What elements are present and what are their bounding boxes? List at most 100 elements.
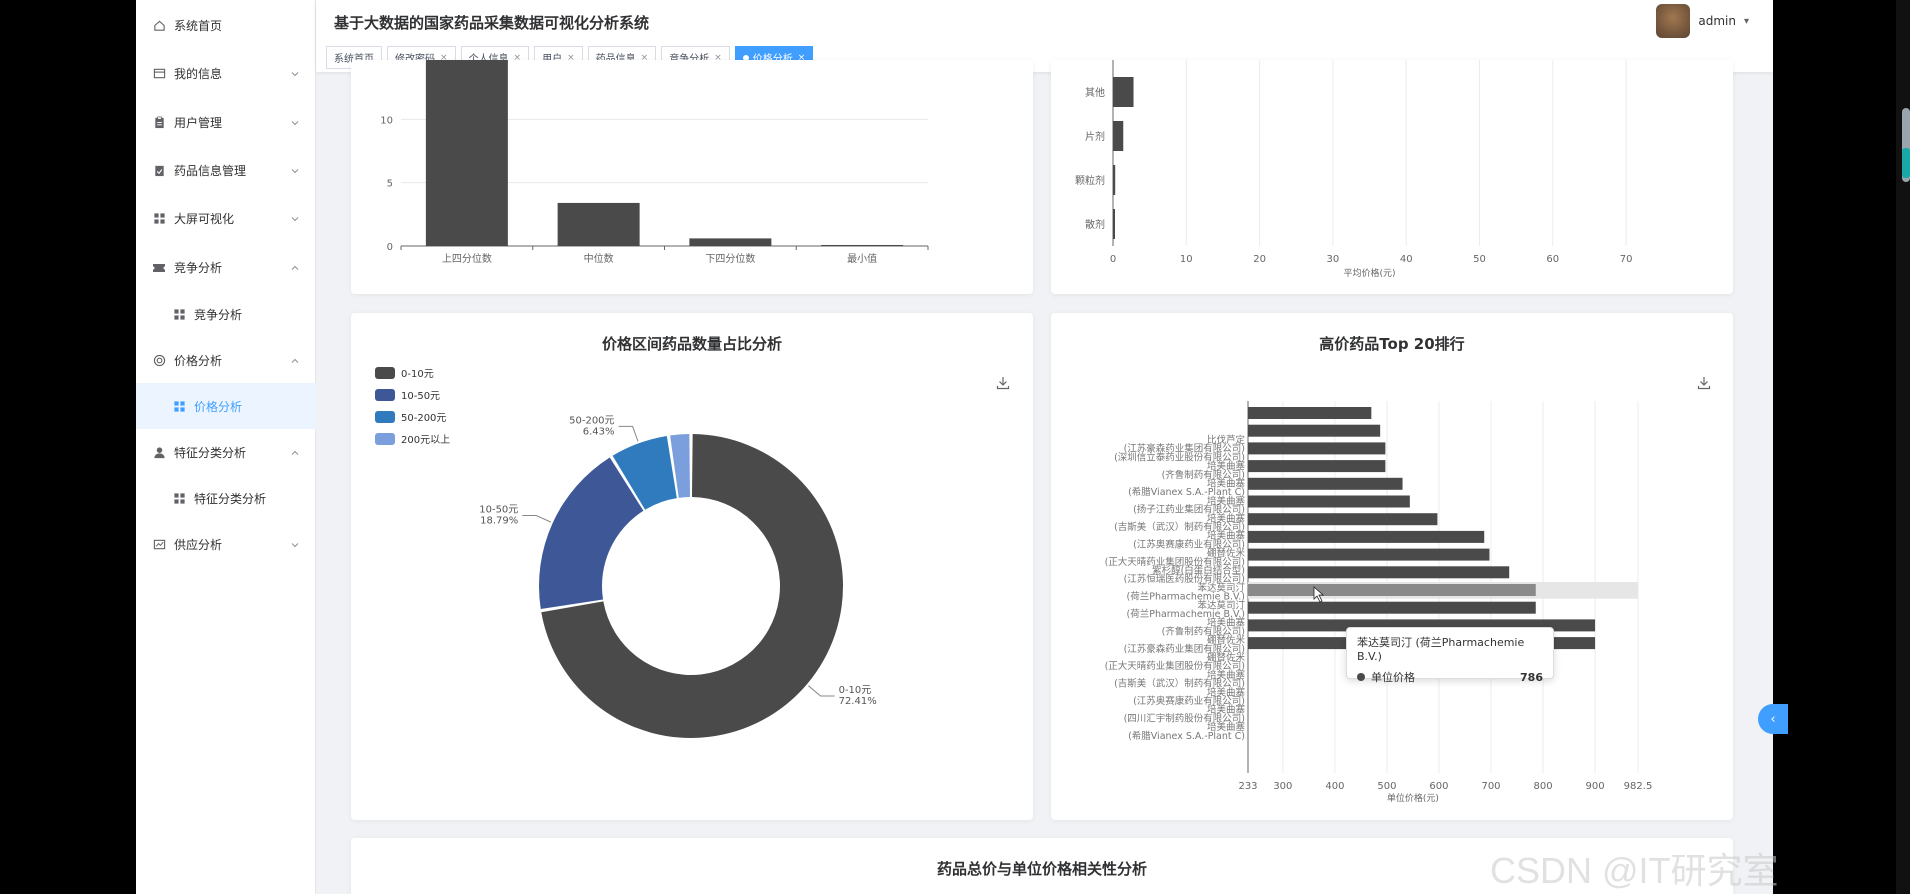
- sidebar-item-11[interactable]: 供应分析: [136, 521, 316, 567]
- sidebar-item-4[interactable]: 大屏可视化: [136, 195, 316, 241]
- chevron-up-icon: [290, 447, 300, 457]
- bar: [1248, 442, 1386, 455]
- sidebar-item-2[interactable]: 用户管理: [136, 99, 316, 145]
- y-tick-label: 颗粒剂: [1075, 174, 1105, 187]
- sidebar-item-3[interactable]: 药品信息管理: [136, 147, 316, 193]
- scrollbar-accent: [1902, 148, 1910, 178]
- legend-label: 200元以上: [401, 434, 450, 446]
- top20-title: 高价药品Top 20排行: [1319, 335, 1465, 353]
- user-menu[interactable]: admin ▾: [1656, 4, 1749, 38]
- x-tick-label: 600: [1429, 781, 1448, 792]
- home-icon: [152, 18, 166, 32]
- grid-icon: [172, 491, 186, 505]
- x-tick-label: 60: [1546, 254, 1559, 265]
- card-icon: [152, 66, 166, 80]
- x-tick-label: 上四分位数: [442, 252, 492, 265]
- x-tick-label: 982.5: [1624, 781, 1653, 792]
- x-tick-label: 500: [1377, 781, 1396, 792]
- avatar[interactable]: [1656, 4, 1691, 38]
- x-tick-label: 中位数: [584, 252, 614, 265]
- sidebar-item-7[interactable]: 价格分析: [136, 337, 316, 383]
- sidebar-item-1[interactable]: 我的信息: [136, 50, 316, 96]
- app-window: 系统首页 我的信息 用户管理 药品信息管理 大屏可视化 竞争分析 竞争分析 价格分析 价格分析特…: [136, 0, 1773, 894]
- x-tick-label: 10: [1180, 254, 1193, 265]
- quartile-chart-panel: 0 5 10 15 上四分位数 中位数 下四分位数 最小值: [351, 60, 1033, 294]
- x-tick-label: 300: [1273, 781, 1292, 792]
- chevron-down-icon: [290, 117, 300, 127]
- dosage-chart-panel: 0 10 20 30 40 50 60 70 其他 片剂 颗粒剂 散剂 平均价格(元): [1051, 60, 1733, 294]
- chevron-up-icon: [290, 355, 300, 365]
- sidebar-subitem-8[interactable]: 价格分析: [136, 383, 316, 429]
- bar: [1248, 548, 1490, 561]
- x-tick-label: 700: [1481, 781, 1500, 792]
- price-range-donut-chart: 0-10元 10-50元 50-200元 200元以上 0-10元 72.41% 10-50…: [375, 367, 877, 738]
- bar: [1248, 513, 1438, 526]
- label-line: [522, 515, 552, 523]
- sidebar-subitem-10[interactable]: 特征分类分析: [136, 475, 316, 521]
- x-tick-label: 400: [1325, 781, 1344, 792]
- sidebar-item-0[interactable]: 系统首页: [136, 2, 316, 48]
- bar: [1248, 584, 1536, 596]
- label-line: [618, 425, 639, 442]
- tooltip-value: 786: [1520, 670, 1543, 684]
- x-axis-label: 平均价格(元): [1344, 267, 1396, 279]
- x-tick-label: 233: [1238, 781, 1257, 792]
- x-tick-label: 900: [1586, 781, 1605, 792]
- bar: [1113, 121, 1124, 151]
- chevron-down-icon: [290, 68, 300, 78]
- slice-label: 0-10元 72.41%: [839, 685, 877, 707]
- grid-icon: [172, 307, 186, 321]
- collapse-panel-button[interactable]: ‹: [1758, 704, 1788, 734]
- bar: [1248, 601, 1536, 614]
- y-tick-label: 其他: [1085, 86, 1105, 99]
- clipboard-icon: [152, 115, 166, 129]
- bar: [1113, 209, 1115, 239]
- top20-panel: 高价药品Top 20排行 233 300 400 500 600 700 800 900 982…: [1051, 313, 1733, 820]
- sidebar-item-label: 特征分类分析: [194, 491, 267, 506]
- legend-label: 0-10元: [401, 369, 434, 380]
- username[interactable]: admin: [1698, 14, 1736, 28]
- chart-tooltip: 苯达莫司汀 (荷兰Pharmachemie B.V.) 单位价格 786: [1346, 627, 1554, 684]
- x-tick-label: 40: [1400, 254, 1413, 265]
- sidebar-item-label: 价格分析: [174, 353, 223, 368]
- chevron-up-icon: [290, 262, 300, 272]
- bar: [1248, 424, 1381, 437]
- legend-label: 10-50元: [401, 391, 440, 402]
- dosage-price-chart: 0 10 20 30 40 50 60 70 其他片剂颗粒剂散剂平均价格(元): [1075, 60, 1633, 279]
- slice-label: 10-50元 18.79%: [479, 505, 518, 527]
- ticket-icon: [152, 260, 166, 274]
- chevron-down-icon[interactable]: ▾: [1744, 16, 1749, 27]
- download-icon[interactable]: [995, 375, 1011, 391]
- sidebar-item-label: 竞争分析: [194, 307, 243, 322]
- legend-swatch: [375, 367, 395, 379]
- legend-swatch: [375, 433, 395, 445]
- target-icon: [152, 353, 166, 367]
- legend-swatch: [375, 389, 395, 401]
- sidebar-item-label: 特征分类分析: [174, 445, 247, 460]
- grid-icon: [172, 399, 186, 413]
- y-tick-label: 0: [387, 242, 393, 253]
- sidebar: 系统首页 我的信息 用户管理 药品信息管理 大屏可视化 竞争分析 竞争分析 价格分析 价格分析特…: [136, 0, 316, 894]
- price-range-panel: 价格区间药品数量占比分析 0-10元 10-50元 50-200元 200元以上 0-1…: [351, 313, 1033, 820]
- clipboard-check-icon: [152, 163, 166, 177]
- label-line: [808, 685, 835, 697]
- chart-icon: [152, 537, 166, 551]
- price-range-title: 价格区间药品数量占比分析: [601, 335, 782, 353]
- sidebar-item-label: 供应分析: [174, 537, 223, 552]
- legend-swatch: [375, 411, 395, 423]
- bar: [557, 202, 640, 246]
- sidebar-subitem-6[interactable]: 竞争分析: [136, 291, 316, 337]
- sidebar-item-label: 药品信息管理: [174, 163, 247, 178]
- watermark: CSDN @IT研究室: [1490, 850, 1779, 891]
- download-icon[interactable]: [1696, 375, 1712, 391]
- bar: [425, 60, 508, 247]
- sidebar-item-9[interactable]: 特征分类分析: [136, 429, 316, 475]
- x-tick-label: 20: [1253, 254, 1266, 265]
- bar: [1248, 530, 1485, 543]
- y-tick-label: 5: [387, 179, 393, 190]
- bar: [1248, 495, 1410, 508]
- sidebar-item-5[interactable]: 竞争分析: [136, 244, 316, 290]
- top20-bar-chart: 233 300 400 500 600 700 800 900 982.5单位价格(元)比伐芦定…: [1105, 401, 1653, 804]
- x-tick-label: 70: [1620, 254, 1633, 265]
- grid-icon: [152, 211, 166, 225]
